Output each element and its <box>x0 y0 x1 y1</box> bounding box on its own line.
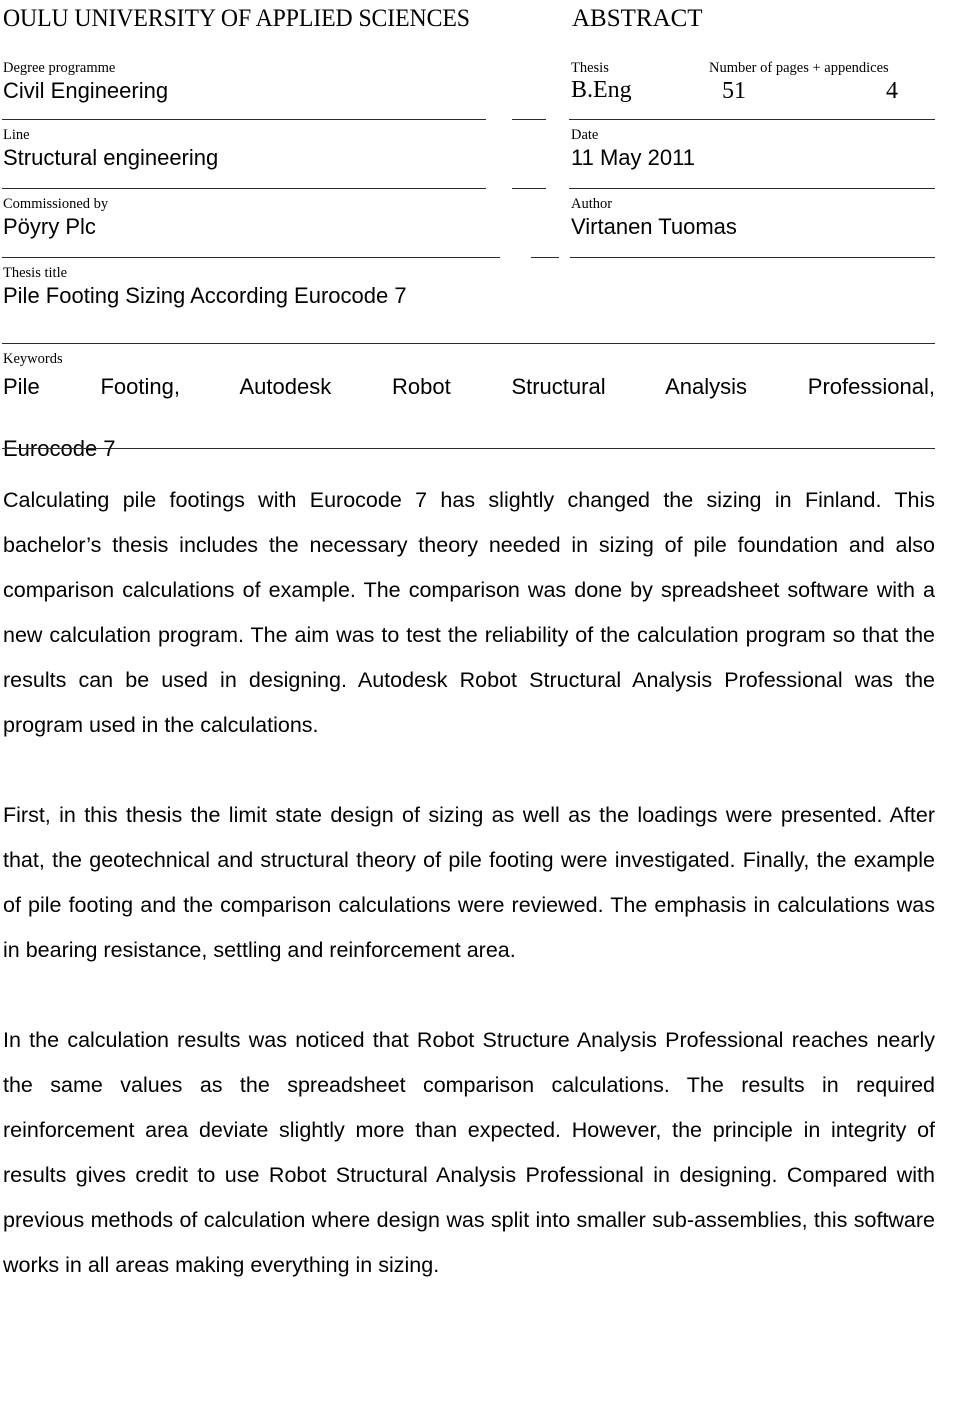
abstract-paragraph-1: Calculating pile footings with Eurocode … <box>3 488 935 737</box>
author-label: Author <box>571 196 613 212</box>
rule-row3-right <box>570 257 935 258</box>
thesis-title-label: Thesis title <box>3 265 68 281</box>
rule-row2-left <box>2 188 486 189</box>
abstract-page: OULU UNIVERSITY OF APPLIED SCIENCES ABST… <box>0 0 960 1415</box>
field-thesis-title: Thesis title Pile Footing Sizing Accordi… <box>3 265 407 309</box>
field-degree-programme: Degree programme Civil Engineering <box>3 60 168 104</box>
organization-title: OULU UNIVERSITY OF APPLIED SCIENCES <box>3 5 470 32</box>
field-author: Author Virtanen Tuomas <box>571 196 737 240</box>
field-number-of-pages: Number of pages + appendices <box>709 60 889 77</box>
page-masthead: OULU UNIVERSITY OF APPLIED SCIENCES ABST… <box>0 4 960 38</box>
thesis-title-value: Pile Footing Sizing According Eurocode 7 <box>3 283 407 308</box>
appendices-count-value: 4 <box>886 78 898 104</box>
abstract-paragraph-2: First, in this thesis the limit state de… <box>3 803 935 962</box>
line-label: Line <box>3 127 30 143</box>
field-thesis: Thesis B.Eng <box>571 60 632 104</box>
rule-row2-gap <box>512 188 546 189</box>
rule-row2-right <box>569 188 935 189</box>
field-date: Date 11 May 2011 <box>571 127 695 171</box>
abstract-paragraph-3: In the calculation results was noticed t… <box>3 1028 935 1277</box>
document-type-title: ABSTRACT <box>572 5 703 32</box>
appendices-count: 4 <box>886 78 898 105</box>
commissioned-by-label: Commissioned by <box>3 196 109 212</box>
field-line: Line Structural engineering <box>3 127 218 171</box>
rule-row3-gap <box>531 257 559 258</box>
rule-row1-left <box>2 119 486 120</box>
pages-count-value: 51 <box>722 78 746 104</box>
degree-programme-value: Civil Engineering <box>3 78 169 103</box>
date-value: 11 May 2011 <box>571 145 695 170</box>
commissioned-by-value: Pöyry Plc <box>3 214 96 239</box>
line-value: Structural engineering <box>3 145 219 170</box>
thesis-label: Thesis <box>571 60 609 76</box>
rule-row1-right <box>569 119 935 120</box>
keywords-line-1: Pile Footing, Autodesk Robot Structural … <box>3 374 935 399</box>
author-value: Virtanen Tuomas <box>571 214 737 239</box>
rule-keywords <box>2 448 935 449</box>
rule-thesis-title <box>2 343 935 344</box>
field-keywords: Keywords <box>3 351 63 368</box>
field-commissioned-by: Commissioned by Pöyry Plc <box>3 196 108 240</box>
rule-row1-gap <box>512 119 546 120</box>
keywords-value: Pile Footing, Autodesk Robot Structural … <box>3 371 935 464</box>
date-label: Date <box>571 127 599 143</box>
pages-count: 51 <box>722 78 746 105</box>
thesis-value: B.Eng <box>571 77 632 103</box>
keywords-label: Keywords <box>3 351 63 367</box>
number-of-pages-label: Number of pages + appendices <box>709 60 889 76</box>
degree-programme-label: Degree programme <box>3 60 116 76</box>
abstract-body: Calculating pile footings with Eurocode … <box>3 478 935 1288</box>
rule-row3-left <box>2 257 500 258</box>
